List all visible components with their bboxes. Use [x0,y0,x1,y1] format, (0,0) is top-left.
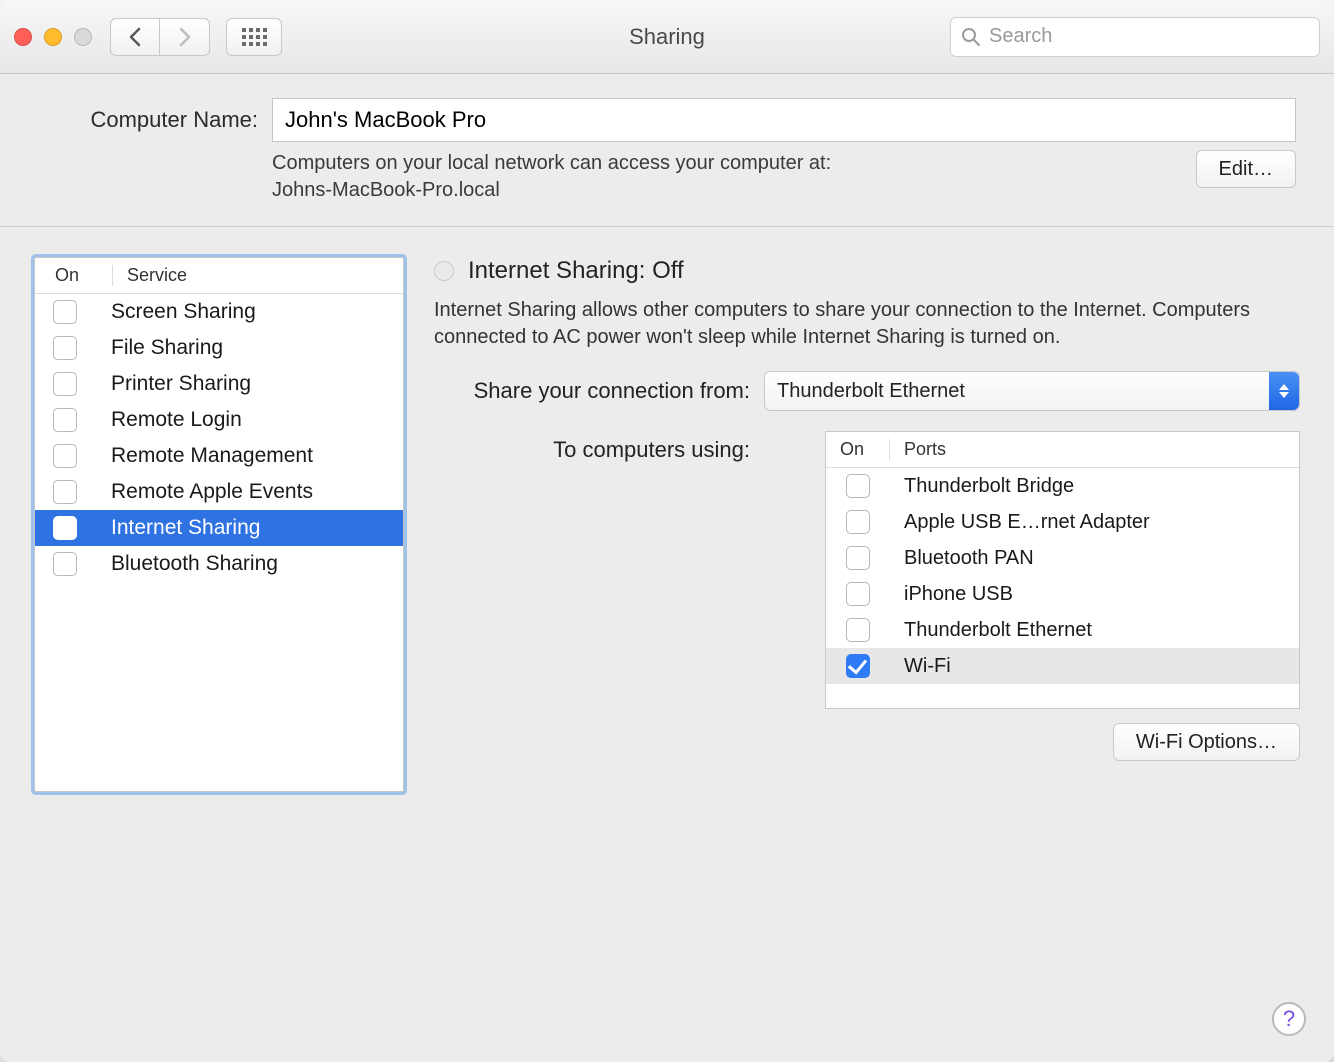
main-content: On Service Screen Sharing File Sharing Pri… [0,227,1334,816]
service-label: File Sharing [111,336,223,360]
port-checkbox[interactable] [846,546,870,570]
port-label: Wi-Fi [890,655,951,678]
chevron-right-icon [178,27,192,47]
service-description: Internet Sharing allows other computers … [434,297,1254,351]
minimize-window-button[interactable] [44,28,62,46]
port-row[interactable]: iPhone USB [826,576,1299,612]
chevron-left-icon [128,27,142,47]
nav-buttons [110,18,210,56]
port-checkbox[interactable] [846,618,870,642]
computer-name-section: Computer Name: Computers on your local n… [0,74,1334,227]
help-icon: ? [1283,1006,1295,1032]
service-row[interactable]: File Sharing [35,330,403,366]
port-label: iPhone USB [890,583,1013,606]
service-row[interactable]: Remote Management [35,438,403,474]
ports-header-ports: Ports [890,439,946,460]
service-row[interactable]: Screen Sharing [35,294,403,330]
sharing-preferences-window: Sharing Search Computer Name: Computers … [0,0,1334,1062]
close-window-button[interactable] [14,28,32,46]
port-row[interactable]: Apple USB E…rnet Adapter [826,504,1299,540]
computer-name-field[interactable] [272,98,1296,142]
port-row[interactable]: Thunderbolt Bridge [826,468,1299,504]
service-checkbox[interactable] [53,480,77,504]
grid-icon [242,28,267,46]
share-from-value: Thunderbolt Ethernet [777,380,965,403]
forward-button[interactable] [160,18,210,56]
service-row[interactable]: Internet Sharing [35,510,403,546]
service-checkbox[interactable] [53,552,77,576]
ports-header: On Ports [826,432,1299,468]
service-checkbox[interactable] [53,516,77,540]
port-label: Apple USB E…rnet Adapter [890,511,1150,534]
service-status-title: Internet Sharing: Off [468,257,684,285]
search-placeholder: Search [989,25,1052,48]
port-checkbox[interactable] [846,474,870,498]
port-label: Thunderbolt Bridge [890,475,1074,498]
share-from-label: Share your connection from: [434,378,764,404]
port-label: Bluetooth PAN [890,547,1034,570]
back-button[interactable] [110,18,160,56]
services-header-service: Service [113,265,187,286]
service-label: Bluetooth Sharing [111,552,278,576]
service-checkbox[interactable] [53,408,77,432]
service-label: Remote Apple Events [111,480,313,504]
service-detail: Internet Sharing: Off Internet Sharing a… [434,257,1300,792]
service-label: Remote Management [111,444,313,468]
computer-name-subtext-2: Johns-MacBook-Pro.local [272,177,831,204]
services-header: On Service [35,258,403,294]
port-label: Thunderbolt Ethernet [890,619,1092,642]
services-list[interactable]: On Service Screen Sharing File Sharing Pri… [34,257,404,792]
service-checkbox[interactable] [53,336,77,360]
service-checkbox[interactable] [53,300,77,324]
port-checkbox[interactable] [846,510,870,534]
ports-list[interactable]: On Ports Thunderbolt Bridge Apple USB E…r… [825,431,1300,709]
computer-name-label: Computer Name: [38,107,258,133]
service-row[interactable]: Bluetooth Sharing [35,546,403,582]
port-row[interactable]: Thunderbolt Ethernet [826,612,1299,648]
edit-computer-name-button[interactable]: Edit… [1196,150,1296,188]
service-label: Screen Sharing [111,300,256,324]
port-row[interactable]: Wi-Fi [826,648,1299,684]
port-checkbox[interactable] [846,582,870,606]
service-row[interactable]: Remote Apple Events [35,474,403,510]
computer-name-subtext-1: Computers on your local network can acce… [272,150,831,177]
window-controls [14,28,92,46]
help-button[interactable]: ? [1272,1002,1306,1036]
port-row[interactable]: Bluetooth PAN [826,540,1299,576]
share-from-popup[interactable]: Thunderbolt Ethernet [764,371,1300,411]
service-row[interactable]: Printer Sharing [35,366,403,402]
service-label: Internet Sharing [111,516,260,540]
wifi-options-button[interactable]: Wi-Fi Options… [1113,723,1300,761]
search-icon [961,27,981,47]
port-checkbox[interactable] [846,654,870,678]
show-all-button[interactable] [226,18,282,56]
service-label: Remote Login [111,408,242,432]
search-input[interactable]: Search [950,17,1320,57]
service-checkbox[interactable] [53,372,77,396]
service-row[interactable]: Remote Login [35,402,403,438]
popup-arrows-icon [1269,372,1299,410]
service-checkbox[interactable] [53,444,77,468]
services-header-on: On [53,265,113,286]
zoom-window-button[interactable] [74,28,92,46]
titlebar: Sharing Search [0,0,1334,74]
service-label: Printer Sharing [111,372,251,396]
to-computers-label: To computers using: [434,431,764,463]
status-indicator-icon [434,261,454,281]
ports-header-on: On [826,439,890,460]
